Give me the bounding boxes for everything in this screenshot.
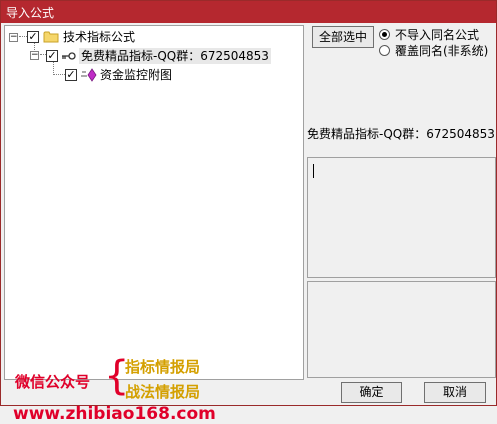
tree-node-label: 资金监控附图 xyxy=(100,68,173,82)
cancel-button[interactable]: 取消 xyxy=(424,382,486,403)
tree-node-root[interactable]: − ✓ 技术指标公式 xyxy=(5,28,305,46)
import-formula-dialog: 导入公式 − ✓ 技术指标公式 − ✓ 免费精品指标-QQ群：672504853… xyxy=(0,0,497,424)
select-all-button[interactable]: 全部选中 xyxy=(312,26,374,48)
collapse-icon[interactable]: − xyxy=(9,33,18,42)
wechat-account-label: 微信公众号 xyxy=(15,373,91,391)
tree-node-group[interactable]: − ✓ 免费精品指标-QQ群：672504853 xyxy=(5,47,305,65)
formula-preview-box[interactable] xyxy=(307,281,496,378)
radio-label: 覆盖同名(非系统) xyxy=(395,44,489,58)
window-title: 导入公式 xyxy=(6,6,55,20)
tree-node-label: 免费精品指标-QQ群：672504853 xyxy=(79,48,271,64)
radio-unselected-icon[interactable] xyxy=(379,45,390,56)
folder-icon xyxy=(43,30,59,46)
watermark-line-1: 指标情报局 xyxy=(125,358,201,376)
text-caret xyxy=(313,164,314,178)
key-icon xyxy=(61,50,77,65)
checkbox-group[interactable]: ✓ xyxy=(46,50,58,62)
indicator-diamond-icon xyxy=(81,68,97,85)
options-panel: 全部选中 不导入同名公式 覆盖同名(非系统) 免费精品指标-QQ群：672504… xyxy=(307,25,496,380)
radio-label: 不导入同名公式 xyxy=(395,28,480,42)
formula-tree[interactable]: − ✓ 技术指标公式 − ✓ 免费精品指标-QQ群：672504853 ✓ 资金… xyxy=(4,25,305,424)
watermark-url: www.zhibiao168.com xyxy=(13,404,216,424)
checkbox-root[interactable]: ✓ xyxy=(27,31,39,43)
collapse-icon[interactable]: − xyxy=(30,51,39,60)
tree-node-leaf[interactable]: ✓ 资金监控附图 xyxy=(5,66,305,84)
watermark-line-2: 战法情报局 xyxy=(125,383,201,401)
checkbox-leaf[interactable]: ✓ xyxy=(65,69,77,81)
tree-node-label: 技术指标公式 xyxy=(63,30,136,44)
formula-description-box[interactable] xyxy=(307,157,496,278)
ok-button[interactable]: 确定 xyxy=(341,382,402,403)
title-bar[interactable]: 导入公式 xyxy=(1,1,496,23)
selected-formula-name: 免费精品指标-QQ群：672504853 xyxy=(307,127,495,141)
radio-selected-icon[interactable] xyxy=(379,29,390,40)
